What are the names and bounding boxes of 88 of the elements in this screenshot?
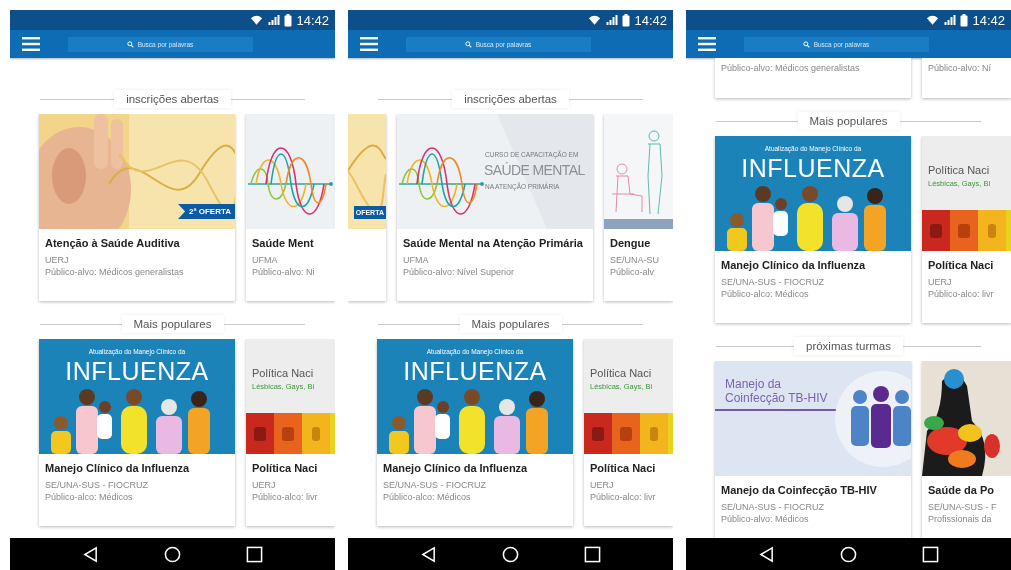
status-time: 14:42 — [296, 12, 329, 28]
course-title: Manejo Clínico da Influenza — [721, 259, 867, 271]
search-icon — [465, 40, 472, 48]
banner-title: SAÚDE MENTAL — [484, 162, 585, 178]
course-detail: SE/UNA-SU — [610, 254, 660, 266]
course-detail: SE/UNA-SUS - FIOCRUZ — [721, 276, 825, 288]
course-detail: Público-alco: Médicos — [383, 491, 472, 503]
course-detail: UERJ — [252, 479, 277, 491]
section-title: Mais populares — [459, 315, 562, 333]
course-detail: SE/UNA-SUS - FIOCRUZ — [45, 479, 149, 491]
search-icon — [803, 40, 810, 48]
course-detail: UFMA — [403, 254, 430, 266]
course-detail: SE/UNA-SUS - F — [928, 501, 998, 513]
course-detail: SE/UNA-SUS - FIOCRUZ — [383, 479, 487, 491]
course-title: Manejo Clínico da Influenza — [45, 462, 191, 474]
course-card[interactable]: Saúde da Po SE/UNA-SUS - F Profissionais da — [922, 361, 1011, 538]
course-card[interactable]: 2ª OFERTA Atenção à Saúde Auditiva UERJ Público-alvo: Médicos generalistas — [39, 114, 235, 301]
course-title: Saúde Ment — [252, 237, 315, 249]
banner-title: Política Naci — [252, 367, 314, 379]
course-title: Manejo da Coinfecção TB-HIV — [721, 484, 878, 496]
course-detail: Público-alv — [610, 266, 656, 278]
recents-icon[interactable] — [921, 545, 939, 563]
course-detail: Público-alvo: Nível Superior — [403, 266, 516, 278]
course-title: Política Naci — [252, 462, 319, 474]
home-icon[interactable] — [502, 545, 519, 563]
signal-icon — [605, 14, 619, 26]
course-detail: Público-alvo: Ní — [928, 62, 993, 74]
section-title: inscrições abertas — [452, 90, 569, 108]
course-card[interactable]: Manejo da Coinfecção TB-HIV Manejo da Coinfecção TB-HIV SE/UNA-SUS - FIOCRUZ Público-alvo: Médicos — [715, 361, 911, 538]
course-detail: Público-alvo: Médicos generalistas — [721, 62, 861, 74]
course-detail: Público-alco: livr — [252, 491, 319, 503]
banner-title: Política Naci — [590, 367, 652, 379]
course-detail: Público-alco: livr — [928, 288, 995, 300]
course-detail: UERJ — [590, 479, 615, 491]
wifi-icon — [250, 14, 264, 26]
course-title: Saúde Mental na Atenção Primária — [403, 237, 584, 249]
course-card[interactable]: Público-alvo: Médicos generalistas — [715, 58, 911, 98]
course-card[interactable]: Dengue SE/UNA-SU Público-alv — [604, 114, 673, 301]
back-icon[interactable] — [420, 545, 438, 563]
battery-icon — [284, 13, 293, 27]
course-title: Dengue — [610, 237, 652, 249]
course-detail: Público-alvo: Ni — [252, 266, 316, 278]
section-title: inscrições abertas — [114, 90, 231, 108]
course-detail: UFMA — [252, 254, 279, 266]
recents-icon[interactable] — [583, 545, 601, 563]
course-title: Política Naci — [928, 259, 995, 271]
course-title: Saúde da Po — [928, 484, 996, 496]
status-time: 14:42 — [634, 12, 667, 28]
course-detail: SE/UNA-SUS - FIOCRUZ — [721, 501, 825, 513]
banner-title: INFLUENZA — [740, 154, 886, 183]
battery-icon — [622, 13, 631, 27]
home-icon[interactable] — [164, 545, 181, 563]
course-detail: Público-alco: livr — [590, 491, 657, 503]
banner-title: INFLUENZA — [64, 357, 210, 386]
course-card[interactable]: Público-alvo: Ní — [922, 58, 1011, 98]
offer-badge: 2ª OFERTA — [178, 204, 235, 219]
course-detail: Profissionais da — [928, 513, 993, 525]
course-title: Manejo Clínico da Influenza — [383, 462, 529, 474]
course-detail: UERJ — [45, 254, 70, 266]
back-icon[interactable] — [758, 545, 776, 563]
course-title: Política Naci — [590, 462, 657, 474]
section-title: Mais populares — [121, 315, 224, 333]
section-title: Mais populares — [797, 112, 900, 130]
battery-icon — [960, 13, 969, 27]
banner-title: Política Naci — [928, 164, 990, 176]
course-title: Atenção à Saúde Auditiva — [45, 237, 181, 249]
course-detail: Público-alco: Médicos — [721, 288, 810, 300]
course-card[interactable]: Saúde Ment UFMA Público-alvo: Ni — [246, 114, 335, 301]
banner-title: INFLUENZA — [402, 357, 548, 386]
banner-title: Manejo da — [725, 377, 782, 391]
course-detail: Público-alvo: Médicos generalistas — [45, 266, 185, 278]
status-time: 14:42 — [972, 12, 1005, 28]
menu-icon[interactable] — [698, 37, 716, 51]
menu-icon[interactable] — [22, 37, 40, 51]
banner-title: Coinfecção TB-HIV — [725, 391, 828, 405]
search-icon — [127, 40, 134, 48]
back-icon[interactable] — [82, 545, 100, 563]
course-detail: Público-alvo: Médicos — [721, 513, 810, 525]
menu-icon[interactable] — [360, 37, 378, 51]
recents-icon[interactable] — [245, 545, 263, 563]
wifi-icon — [926, 14, 940, 26]
course-detail: UERJ — [928, 276, 953, 288]
wifi-icon — [588, 14, 602, 26]
home-icon[interactable] — [840, 545, 857, 563]
course-detail: Público-alco: Médicos — [45, 491, 134, 503]
signal-icon — [267, 14, 281, 26]
signal-icon — [943, 14, 957, 26]
section-title: próximas turmas — [794, 337, 903, 355]
